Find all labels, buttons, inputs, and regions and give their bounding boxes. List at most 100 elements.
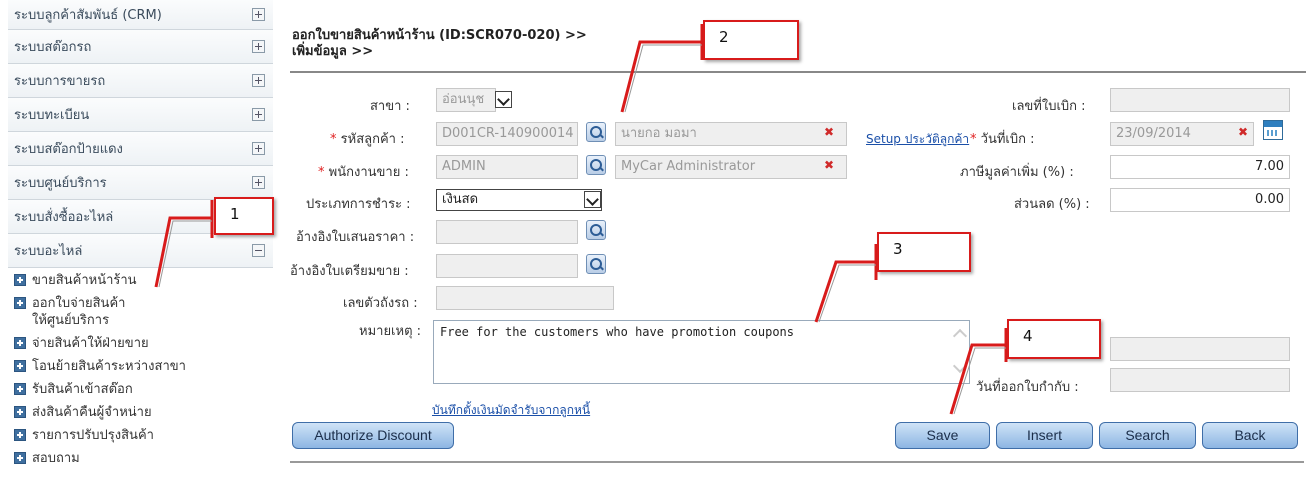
- customer-code-label-text: รหัสลูกค้า :: [340, 132, 405, 147]
- clear-icon[interactable]: ✖: [1238, 125, 1248, 139]
- search-icon[interactable]: [586, 220, 606, 240]
- callout-3: 3: [877, 232, 971, 272]
- sidebar-item-label: ระบบสต๊อกรถ: [14, 40, 92, 55]
- collapse-icon[interactable]: [252, 244, 265, 257]
- bottom-divider: [290, 461, 1304, 463]
- insert-button[interactable]: Insert: [996, 422, 1093, 449]
- chevron-down-icon[interactable]: [495, 91, 512, 108]
- chevron-down-icon[interactable]: [584, 191, 601, 208]
- prep-ref-label: อ้างอิงใบเตรียมขาย :: [290, 264, 409, 279]
- sidebar-item-label: ระบบทะเบียน: [14, 108, 90, 123]
- remark-textarea[interactable]: Free for the customers who have promotio…: [433, 320, 970, 384]
- page-title: ออกใบขายสินค้าหน้าร้าน (ID:SCR070-020) >…: [292, 28, 712, 60]
- submenu-item-label: ส่งสินค้าคืนผู้จำหน่าย: [32, 405, 152, 420]
- plus-icon: [14, 274, 26, 286]
- callout-2: 2: [703, 20, 799, 60]
- submenu-item-receive-stock[interactable]: รับสินค้าเข้าสต๊อก: [14, 381, 273, 398]
- branch-select[interactable]: อ่อนนุช: [436, 88, 496, 112]
- customer-code-field[interactable]: D001CR-140900014: [436, 122, 578, 146]
- salesperson-code-field[interactable]: ADMIN: [436, 155, 578, 179]
- tax-invoice-no-field[interactable]: [1110, 337, 1290, 361]
- sidebar-item-car-stock[interactable]: ระบบสต๊อกรถ: [8, 30, 273, 64]
- sidebar-item-label: ระบบลูกค้าสัมพันธ์ (CRM): [14, 8, 162, 23]
- sidebar-item-label: ระบบสต๊อกป้ายแดง: [14, 142, 123, 157]
- chassis-field[interactable]: [436, 286, 614, 310]
- customer-history-link[interactable]: Setup ประวัติลูกค้า: [866, 130, 969, 149]
- submenu-item-label: รับสินค้าเข้าสต๊อก: [32, 382, 133, 397]
- expand-icon[interactable]: [252, 108, 265, 121]
- calendar-icon[interactable]: [1263, 120, 1283, 140]
- submenu-item-inquiry[interactable]: สอบถาม: [14, 450, 273, 467]
- customer-name-field[interactable]: นายกอ มอมา: [615, 122, 847, 146]
- branch-label: สาขา :: [370, 99, 410, 114]
- search-icon[interactable]: [586, 155, 606, 175]
- back-button[interactable]: Back: [1202, 422, 1298, 449]
- salesperson-label-text: พนักงานขาย :: [328, 165, 409, 180]
- payment-type-label: ประเภทการชำระ :: [306, 197, 411, 212]
- scrollbar[interactable]: [952, 325, 968, 377]
- requisition-date-field[interactable]: 23/09/2014: [1110, 122, 1254, 146]
- expand-icon[interactable]: [252, 40, 265, 53]
- search-icon[interactable]: [586, 254, 606, 274]
- plus-icon: [14, 406, 26, 418]
- discount-field[interactable]: 0.00: [1110, 188, 1290, 212]
- expand-icon[interactable]: [252, 8, 265, 21]
- plus-icon: [14, 383, 26, 395]
- title-divider: [290, 71, 1306, 73]
- remark-label: หมายเหตุ :: [359, 324, 422, 339]
- expand-icon[interactable]: [252, 142, 265, 155]
- discount-label: ส่วนลด (%) :: [1014, 197, 1090, 212]
- submenu-item-branch-transfer[interactable]: โอนย้ายสินค้าระหว่างสาขา: [14, 358, 273, 375]
- search-icon[interactable]: [586, 122, 606, 142]
- salesperson-label: * พนักงานขาย :: [318, 165, 409, 180]
- tax-invoice-date-field[interactable]: [1110, 368, 1290, 392]
- payment-type-select[interactable]: เงินสด: [436, 189, 602, 211]
- title-line-2: เพิ่มข้อมูล >>: [292, 44, 374, 59]
- expand-icon[interactable]: [252, 74, 265, 87]
- title-line-1: ออกใบขายสินค้าหน้าร้าน (ID:SCR070-020) >…: [292, 28, 587, 43]
- sidebar-item-red-plate[interactable]: ระบบสต๊อกป้ายแดง: [8, 132, 273, 166]
- sidebar-item-service-center[interactable]: ระบบศูนย์บริการ: [8, 166, 273, 200]
- authorize-discount-button[interactable]: Authorize Discount: [292, 422, 454, 449]
- chassis-label: เลขตัวถังรถ :: [343, 296, 418, 311]
- vat-label: ภาษีมูลค่าเพิ่ม (%) :: [960, 165, 1074, 180]
- requisition-no-label: เลขที่ใบเบิก :: [1012, 99, 1086, 114]
- plus-icon: [14, 452, 26, 464]
- submenu-item-label: จ่ายสินค้าให้ฝ่ายขาย: [32, 336, 149, 351]
- requisition-no-field[interactable]: [1110, 88, 1290, 112]
- clear-icon[interactable]: ✖: [824, 125, 834, 139]
- submenu-item-sales-issue[interactable]: จ่ายสินค้าให้ฝ่ายขาย: [14, 335, 273, 352]
- sidebar: ระบบลูกค้าสัมพันธ์ (CRM) ระบบสต๊อกรถ ระบ…: [8, 0, 273, 501]
- sidebar-item-registration[interactable]: ระบบทะเบียน: [8, 98, 273, 132]
- sidebar-item-crm[interactable]: ระบบลูกค้าสัมพันธ์ (CRM): [8, 0, 273, 30]
- sidebar-item-parts[interactable]: ระบบอะไหล่: [8, 234, 273, 268]
- tax-invoice-date-label: วันที่ออกใบกำกับ :: [976, 380, 1079, 395]
- sidebar-item-label: ระบบการขายรถ: [14, 74, 106, 89]
- submenu-item-return-vendor[interactable]: ส่งสินค้าคืนผู้จำหน่าย: [14, 404, 273, 421]
- prep-ref-field[interactable]: [436, 254, 578, 278]
- submenu-item-label: รายการปรับปรุงสินค้า: [32, 428, 154, 443]
- submenu-item-service-issue[interactable]: ออกใบจ่ายสินค้าให้ศูนย์บริการ: [14, 295, 134, 329]
- clear-icon[interactable]: ✖: [824, 158, 834, 172]
- submenu-item-counter-sale[interactable]: ขายสินค้าหน้าร้าน: [14, 272, 273, 289]
- submenu-item-label: ออกใบจ่ายสินค้าให้ศูนย์บริการ: [32, 296, 126, 328]
- submenu-item-label: สอบถาม: [32, 451, 80, 466]
- requisition-date-label-text: วันที่เบิก :: [980, 132, 1035, 147]
- page-root: ระบบลูกค้าสัมพันธ์ (CRM) ระบบสต๊อกรถ ระบ…: [0, 0, 1306, 501]
- plus-icon: [14, 360, 26, 372]
- vat-field[interactable]: 7.00: [1110, 155, 1290, 179]
- save-button[interactable]: Save: [895, 422, 990, 449]
- expand-icon[interactable]: [252, 176, 265, 189]
- callout-4: 4: [1007, 319, 1101, 359]
- search-button[interactable]: Search: [1099, 422, 1196, 449]
- plus-icon: [14, 337, 26, 349]
- submenu-item-adjustment[interactable]: รายการปรับปรุงสินค้า: [14, 427, 273, 444]
- submenu: ขายสินค้าหน้าร้าน ออกใบจ่ายสินค้าให้ศูนย…: [8, 268, 273, 467]
- quotation-ref-field[interactable]: [436, 220, 578, 244]
- salesperson-name-field[interactable]: MyCar Administrator: [615, 155, 847, 179]
- submenu-item-label: ขายสินค้าหน้าร้าน: [32, 273, 137, 288]
- remark-text: Free for the customers who have promotio…: [440, 325, 795, 339]
- sidebar-item-car-sales[interactable]: ระบบการขายรถ: [8, 64, 273, 98]
- scroll-down-icon: [952, 358, 968, 374]
- deposit-link[interactable]: บันทึกตั้งเงินมัดจำรับจากลูกหนี้: [432, 401, 590, 420]
